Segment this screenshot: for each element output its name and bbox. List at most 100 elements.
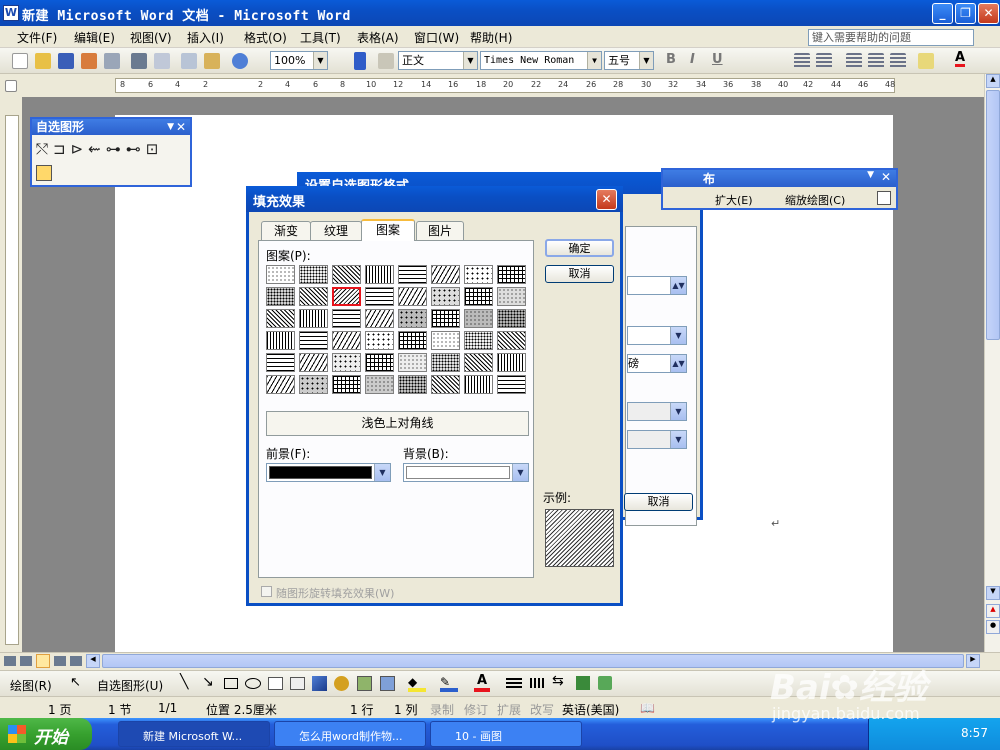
email-icon[interactable] [104, 53, 120, 69]
font-combo[interactable]: Times New Roman ▼ [480, 51, 602, 70]
start-button[interactable]: 开始 [0, 718, 92, 750]
pattern-cell[interactable] [431, 265, 460, 284]
canvas-toolbar-titlebar[interactable]: 布 ▼ ✕ [663, 170, 896, 187]
pattern-cell[interactable] [464, 309, 493, 328]
new-document-icon[interactable] [12, 53, 28, 69]
pattern-cell[interactable] [332, 309, 361, 328]
pattern-cell[interactable] [464, 265, 493, 284]
arrow-icon[interactable]: ↘ [202, 674, 214, 690]
pattern-cell[interactable] [365, 375, 394, 394]
highlight-icon[interactable] [918, 53, 934, 69]
font-color-button[interactable]: A [955, 51, 966, 67]
chevron-down-icon[interactable]: ▼ [167, 119, 174, 135]
pattern-cell[interactable] [497, 353, 526, 372]
chevron-down-icon[interactable]: ▼ [867, 170, 874, 180]
pattern-cell[interactable] [497, 309, 526, 328]
help-search-input[interactable]: 键入需要帮助的问题 [808, 29, 974, 46]
zoom-combo[interactable]: 100% ▼ [270, 51, 328, 70]
styles-icon[interactable] [378, 53, 394, 69]
format-dropdown-1[interactable]: ▲▼ [627, 276, 687, 295]
scale-drawing-button[interactable]: 缩放绘图(C) [785, 192, 845, 208]
pattern-cell-selected[interactable] [332, 287, 361, 306]
pattern-cell[interactable] [431, 353, 460, 372]
previous-page-icon[interactable]: ▲ [986, 604, 1000, 618]
style-combo[interactable]: 正文 ▼ [398, 51, 478, 70]
pattern-cell[interactable] [299, 331, 328, 350]
clipart-icon[interactable] [357, 676, 372, 691]
indent-icon[interactable] [890, 53, 906, 69]
tab-picture[interactable]: 图片 [416, 221, 464, 240]
3d-icon[interactable] [598, 676, 612, 690]
pattern-cell[interactable] [431, 287, 460, 306]
close-icon[interactable]: ✕ [176, 119, 186, 135]
dash-style-icon[interactable] [530, 678, 546, 688]
vertical-scrollbar[interactable]: ▲ ▼ ▲ ● [984, 74, 1000, 652]
cancel-button[interactable]: 取消 [545, 265, 614, 283]
status-extend[interactable]: 扩展 [497, 701, 521, 718]
line-color-icon[interactable]: ✎ [440, 675, 458, 692]
paste-icon[interactable] [204, 53, 220, 69]
pattern-cell[interactable] [497, 331, 526, 350]
textbox-icon[interactable] [268, 677, 283, 690]
align-left-icon[interactable] [794, 53, 810, 69]
pattern-cell[interactable] [464, 375, 493, 394]
picture-icon[interactable] [380, 676, 395, 691]
pattern-cell[interactable] [299, 265, 328, 284]
oval-icon[interactable] [245, 678, 261, 689]
pattern-cell[interactable] [365, 309, 394, 328]
open-folder-icon[interactable] [35, 53, 51, 69]
menu-edit[interactable]: 编辑(E) [74, 29, 115, 46]
close-icon[interactable]: ✕ [881, 170, 891, 184]
undo-icon[interactable] [232, 53, 248, 69]
arrow-style-icon[interactable]: ⇆ [552, 673, 564, 689]
pattern-cell[interactable] [365, 287, 394, 306]
normal-view-icon[interactable] [4, 656, 16, 666]
more-autoshapes-icon[interactable] [36, 165, 52, 181]
wordart-icon[interactable] [312, 676, 327, 691]
vertical-ruler-scale[interactable] [5, 115, 19, 645]
menu-table[interactable]: 表格(A) [357, 29, 399, 46]
tab-pattern[interactable]: 图案 [361, 219, 415, 241]
spelling-icon[interactable]: 📖 [640, 701, 655, 715]
status-track[interactable]: 修订 [464, 701, 488, 718]
pattern-cell[interactable] [266, 331, 295, 350]
menu-window[interactable]: 窗口(W) [414, 29, 459, 46]
pattern-cell[interactable] [398, 353, 427, 372]
pattern-cell[interactable] [431, 331, 460, 350]
minimize-button[interactable]: _ [932, 3, 953, 24]
background-color-dropdown[interactable]: ▼ [403, 463, 529, 482]
menu-tools[interactable]: 工具(T) [300, 29, 341, 46]
pattern-grid[interactable] [266, 265, 530, 401]
status-overtype[interactable]: 改写 [530, 701, 554, 718]
expand-button[interactable]: 扩大(E) [715, 192, 753, 208]
bullets-icon[interactable] [868, 53, 884, 69]
scroll-up-icon[interactable]: ▲ [986, 74, 1000, 88]
draw-menu-button[interactable]: 绘图(R) [10, 677, 52, 694]
pattern-cell[interactable] [266, 309, 295, 328]
browse-object-icon[interactable]: ● [986, 620, 1000, 634]
pattern-cell[interactable] [464, 353, 493, 372]
task-paint[interactable]: 10 - 画图 [430, 721, 582, 747]
toolbar-options-icon[interactable] [354, 52, 366, 70]
outline-view-icon[interactable] [54, 656, 66, 666]
pattern-cell[interactable] [464, 287, 493, 306]
italic-button[interactable]: I [690, 52, 695, 67]
permission-icon[interactable] [81, 53, 97, 69]
pattern-cell[interactable] [497, 375, 526, 394]
save-icon[interactable] [58, 53, 74, 69]
menu-help[interactable]: 帮助(H) [470, 29, 512, 46]
pattern-cell[interactable] [299, 287, 328, 306]
shadow-icon[interactable] [576, 676, 590, 690]
fill-color-icon[interactable]: ◆ [408, 675, 426, 692]
tab-gradient[interactable]: 渐变 [261, 221, 311, 240]
fill-dialog-titlebar[interactable]: 填充效果 ✕ [246, 186, 623, 212]
bold-button[interactable]: B [666, 52, 676, 67]
tab-texture[interactable]: 纹理 [310, 221, 362, 240]
print-view-icon[interactable] [36, 654, 50, 668]
format-dropdown-2[interactable]: ▼ [627, 326, 687, 345]
ok-button[interactable]: 确定 [545, 239, 614, 257]
align-center-icon[interactable] [816, 53, 832, 69]
font-color-icon[interactable]: A [474, 673, 490, 692]
pattern-cell[interactable] [266, 375, 295, 394]
pattern-cell[interactable] [332, 375, 361, 394]
